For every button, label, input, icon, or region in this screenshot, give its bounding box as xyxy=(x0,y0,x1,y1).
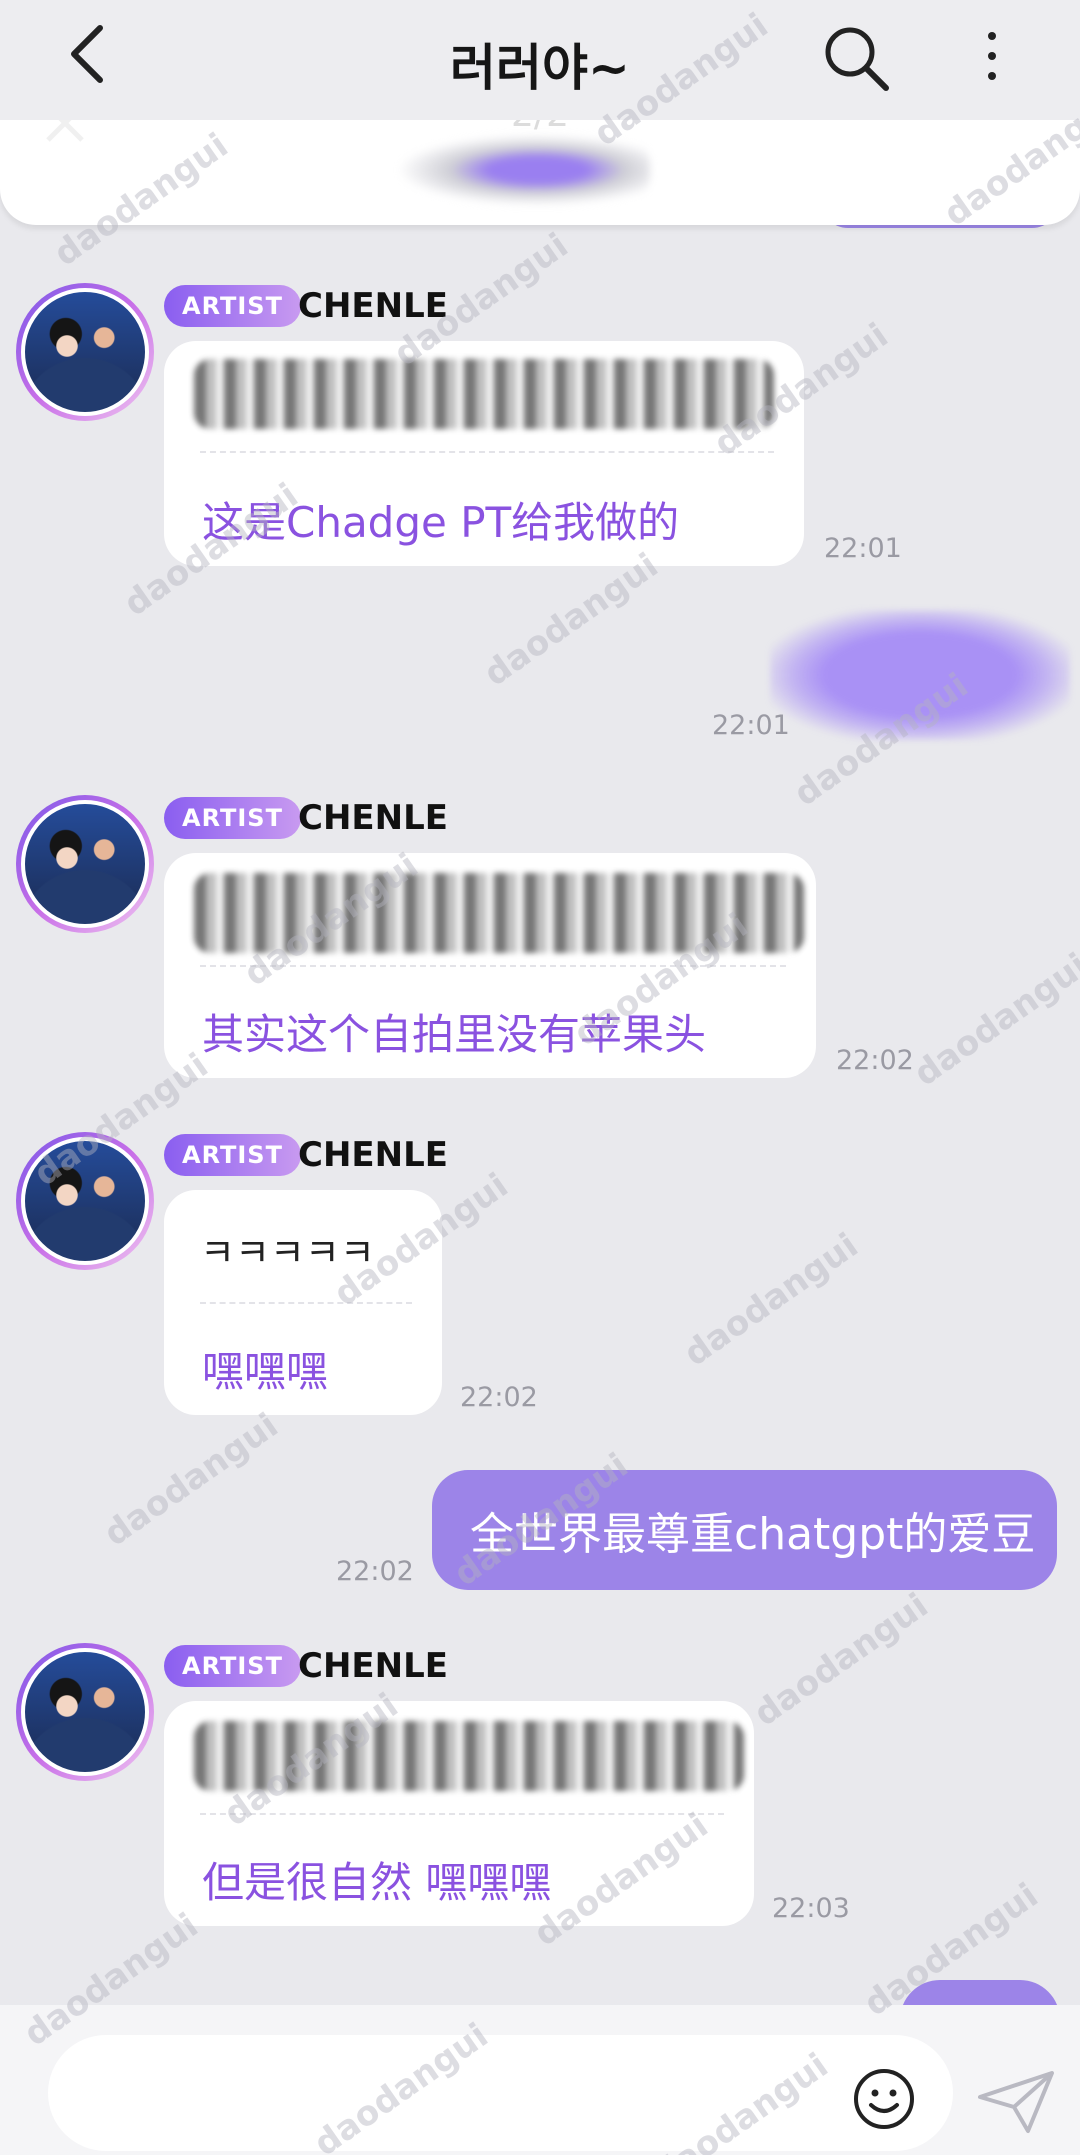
chat-title: 러러야~ xyxy=(450,39,630,97)
message-time: 22:01 xyxy=(824,533,902,564)
original-text: ㅋㅋㅋㅋㅋ xyxy=(200,1231,375,1275)
watermark-text: daodangui xyxy=(906,945,1080,1095)
message-input[interactable] xyxy=(48,2035,953,2151)
avatar[interactable] xyxy=(16,1132,154,1270)
sender-name: CHENLE xyxy=(298,1135,448,1175)
message-bubble[interactable]: ㅋㅋㅋㅋㅋ 嘿嘿嘿 xyxy=(164,1190,442,1415)
blurred-original-text xyxy=(194,359,774,429)
artist-badge: ARTIST xyxy=(164,797,301,839)
translation-divider xyxy=(200,1813,724,1815)
watermark-text: daodangui xyxy=(676,1225,866,1375)
sender-name: CHENLE xyxy=(298,286,448,326)
outgoing-message-bubble[interactable]: 全世界最尊重chatgpt的爱豆 xyxy=(432,1470,1057,1590)
message-bubble[interactable]: 其实这个自拍里没有苹果头 xyxy=(164,853,816,1078)
message-input-bar xyxy=(0,2005,1080,2155)
blurred-original-text xyxy=(194,1721,744,1791)
send-icon[interactable] xyxy=(976,2067,1056,2137)
search-icon[interactable] xyxy=(820,22,892,94)
translated-text: 其实这个自拍里没有苹果头 xyxy=(202,1010,707,1059)
blurred-notice-content xyxy=(400,135,650,205)
message-time: 22:03 xyxy=(772,1893,850,1924)
message-time: 22:02 xyxy=(460,1382,538,1413)
watermark-text: daodangui xyxy=(476,545,666,695)
translation-divider xyxy=(200,1302,412,1304)
message-bubble[interactable]: 但是很自然 嘿嘿嘿 xyxy=(164,1701,754,1926)
emoji-icon[interactable] xyxy=(852,2067,916,2131)
message-time: 22:02 xyxy=(336,1556,414,1587)
avatar-photo xyxy=(21,800,149,928)
sender-name: CHENLE xyxy=(298,798,448,838)
more-options-icon[interactable] xyxy=(972,26,1012,86)
avatar[interactable] xyxy=(16,1643,154,1781)
translation-divider xyxy=(200,965,786,967)
outgoing-text: 全世界最尊重chatgpt的爱豆 xyxy=(470,1509,1036,1560)
avatar[interactable] xyxy=(16,283,154,421)
artist-badge: ARTIST xyxy=(164,1134,301,1176)
translation-divider xyxy=(200,451,774,453)
watermark-text: daodangui xyxy=(96,1405,286,1555)
outgoing-message-blurred[interactable] xyxy=(770,610,1070,740)
sender-name: CHENLE xyxy=(298,1646,448,1686)
watermark-text: daodangui xyxy=(746,1585,936,1735)
message-time: 22:01 xyxy=(712,710,790,741)
chat-header: 러러야~ xyxy=(0,0,1080,120)
translated-text: 嘿嘿嘿 xyxy=(202,1347,329,1396)
blurred-original-text xyxy=(194,873,804,953)
message-bubble[interactable]: 这是Chadge PT给我做的 xyxy=(164,341,804,566)
avatar-photo xyxy=(21,288,149,416)
avatar-photo xyxy=(21,1648,149,1776)
message-time: 22:02 xyxy=(836,1045,914,1076)
avatar[interactable] xyxy=(16,795,154,933)
artist-badge: ARTIST xyxy=(164,285,301,327)
avatar-photo xyxy=(21,1137,149,1265)
artist-badge: ARTIST xyxy=(164,1645,301,1687)
translated-text: 但是很自然 嘿嘿嘿 xyxy=(202,1858,552,1907)
translated-text: 这是Chadge PT给我做的 xyxy=(202,498,680,547)
